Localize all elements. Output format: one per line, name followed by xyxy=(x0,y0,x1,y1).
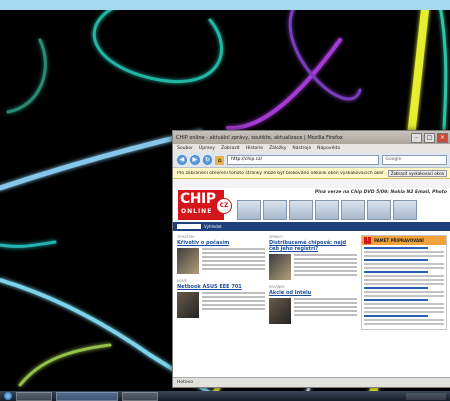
sidebar-link[interactable] xyxy=(364,315,428,317)
back-arrow-icon[interactable]: ◀ xyxy=(177,155,187,165)
forward-arrow-icon[interactable]: ▶ xyxy=(189,155,200,165)
close-button[interactable]: × xyxy=(437,132,448,143)
menu-edit[interactable]: Úpravy xyxy=(199,146,215,151)
address-bar[interactable]: http://chip.cz/ xyxy=(227,155,379,165)
window-titlebar[interactable]: CHIP online - aktuální zprávy, soutěže, … xyxy=(173,131,450,144)
home-icon[interactable]: ⌂ xyxy=(215,155,225,165)
desktop-wallpaper: CHIP online - aktuální zprávy, soutěže, … xyxy=(0,10,450,391)
search-input[interactable]: Google xyxy=(381,155,448,165)
popup-blocker-bar: Pro zabránění otevření tohoto stránky mů… xyxy=(173,168,450,179)
status-bar: Hotovo xyxy=(173,377,450,387)
nav-tile-5[interactable] xyxy=(341,200,365,220)
menu-help[interactable]: Nápověda xyxy=(317,146,340,151)
article-item xyxy=(177,248,265,274)
article-text xyxy=(202,292,265,318)
logo-badge: CZ xyxy=(216,198,232,214)
sidebar-link[interactable] xyxy=(364,259,428,261)
web-page: CHIP ONLINE CZ Plná verze na Chip DVD 5/… xyxy=(173,188,450,378)
sidebar-header: ! PAMĚŤ PŘIPRAVOVANÍ xyxy=(362,236,446,245)
logo-text: CHIP xyxy=(180,191,216,207)
section-label: Zprávy xyxy=(269,235,283,239)
browser-window[interactable]: CHIP online - aktuální zprávy, soutěže, … xyxy=(172,130,450,388)
left-column: Tématem Křivotiv o počasím Nové Netbook … xyxy=(177,235,265,330)
site-search-row: Vyhledat xyxy=(173,222,450,231)
right-sidebar: ! PAMĚŤ PŘIPRAVOVANÍ xyxy=(361,235,447,330)
navigation-toolbar: ◀ ▶ ↻ ⌂ http://chip.cz/ Google xyxy=(173,153,450,168)
window-controls: – □ × xyxy=(411,132,448,143)
article-text xyxy=(294,254,357,280)
menu-view[interactable]: Zobrazit xyxy=(221,146,240,151)
article-text xyxy=(294,298,357,324)
middle-column: Zprávy Distribucemé chipová: nejd čeb je… xyxy=(269,235,357,330)
nav-tile-3[interactable] xyxy=(289,200,313,220)
taskbar xyxy=(0,391,450,401)
menu-history[interactable]: Historie xyxy=(246,146,263,151)
system-tray xyxy=(406,392,446,400)
logo-subtext: ONLINE xyxy=(181,208,213,215)
article-text xyxy=(202,248,265,274)
promo-text[interactable]: Plná verze na Chip DVD 5/09: Nokia N2 Em… xyxy=(315,190,447,195)
article-thumbnail[interactable] xyxy=(177,292,199,318)
nav-tile-2[interactable] xyxy=(263,200,287,220)
popup-blocker-text: Pro zabránění otevření tohoto stránky mů… xyxy=(177,170,384,176)
nav-tile-1[interactable] xyxy=(237,200,261,220)
nav-tile-6[interactable] xyxy=(367,200,391,220)
article-item xyxy=(177,292,265,318)
sidebar-badge-icon: ! xyxy=(364,237,371,244)
section-label: Novinky xyxy=(269,285,285,289)
top-frame xyxy=(0,0,450,10)
sidebar-box: ! PAMĚŤ PŘIPRAVOVANÍ xyxy=(361,235,447,330)
section-label: Nové xyxy=(177,279,187,283)
sidebar-link[interactable] xyxy=(364,299,428,301)
site-search-button[interactable]: Vyhledat xyxy=(204,224,222,229)
article-thumbnail[interactable] xyxy=(269,254,291,280)
site-search-input[interactable] xyxy=(177,224,201,229)
popup-options-button[interactable]: Zobrazit vyskakovací okna xyxy=(387,169,447,177)
content-columns: Tématem Křivotiv o počasím Nové Netbook … xyxy=(173,231,450,334)
taskbar-firefox-button[interactable] xyxy=(56,391,118,401)
menu-tools[interactable]: Nástroje xyxy=(292,146,311,151)
maximize-button[interactable]: □ xyxy=(424,132,435,143)
site-header: CHIP ONLINE CZ Plná verze na Chip DVD 5/… xyxy=(173,188,450,222)
article-title[interactable]: Distribucemé chipová: nejd čeb jeho regi… xyxy=(269,240,357,252)
taskbar-button[interactable] xyxy=(122,391,158,401)
article-thumbnail[interactable] xyxy=(177,248,199,274)
quick-launch[interactable] xyxy=(16,391,52,401)
article-thumbnail[interactable] xyxy=(269,298,291,324)
sidebar-title: PAMĚŤ PŘIPRAVOVANÍ xyxy=(374,238,424,243)
start-button[interactable] xyxy=(4,392,12,400)
sidebar-body xyxy=(362,245,446,329)
window-title: CHIP online - aktuální zprávy, soutěže, … xyxy=(176,134,343,141)
nav-tile-7[interactable] xyxy=(393,200,417,220)
sidebar-link[interactable] xyxy=(364,271,428,273)
section-label: Tématem xyxy=(177,235,194,239)
menu-file[interactable]: Soubor xyxy=(177,146,193,151)
article-item xyxy=(269,254,357,280)
site-navigation xyxy=(237,200,417,220)
sidebar-link[interactable] xyxy=(364,247,428,249)
sidebar-link[interactable] xyxy=(364,287,428,289)
minimize-button[interactable]: – xyxy=(411,132,422,143)
reload-icon[interactable]: ↻ xyxy=(202,155,213,165)
nav-tile-4[interactable] xyxy=(315,200,339,220)
menu-bookmarks[interactable]: Záložky xyxy=(269,146,286,151)
article-title[interactable]: Akcie od Intelu xyxy=(269,290,357,296)
article-item xyxy=(269,298,357,324)
menu-bar: Soubor Úpravy Zobrazit Historie Záložky … xyxy=(173,144,450,153)
article-title[interactable]: Netbook ASUS EEE 701 xyxy=(177,284,265,290)
article-title[interactable]: Křivotiv o počasím xyxy=(177,240,265,246)
chip-online-logo[interactable]: CHIP ONLINE CZ xyxy=(178,190,232,220)
